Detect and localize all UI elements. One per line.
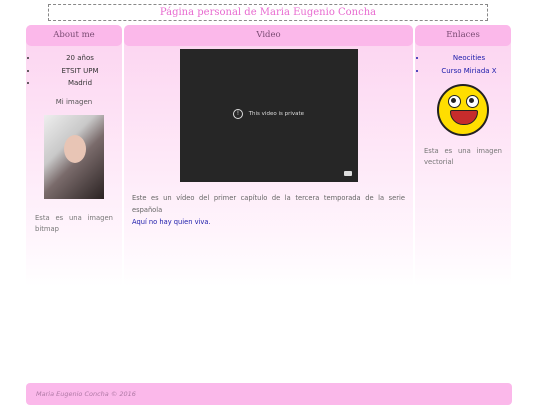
smiley-face-icon: [437, 84, 489, 136]
video-description: Este es un vídeo del primer capítulo de …: [132, 194, 405, 214]
about-me-panel: About me 20 años ETSIT UPM Madrid Mi ima…: [26, 25, 122, 287]
image-caption: Mi imagen: [55, 97, 93, 106]
video-message: This video is private: [248, 111, 305, 117]
youtube-icon[interactable]: [343, 171, 352, 176]
right-eye: [466, 95, 479, 108]
facts-list: 20 años ETSIT UPM Madrid: [26, 52, 122, 90]
links-panel: Enlaces Neocities Curso Miriada X Esta e…: [415, 25, 511, 287]
links-list: Neocities Curso Miriada X: [415, 52, 511, 77]
list-item: Madrid: [38, 77, 122, 90]
series-link[interactable]: Aquí no hay quien viva.: [132, 218, 211, 226]
video-heading: Video: [124, 25, 413, 46]
video-player[interactable]: ! This video is private: [179, 49, 358, 182]
footer: Maria Eugenio Concha © 2016: [26, 383, 512, 405]
profile-photo: [44, 114, 104, 199]
link-neocities[interactable]: Neocities: [427, 52, 511, 65]
page-title: Página personal de Maria Eugenio Concha: [48, 4, 488, 21]
video-panel: Video ! This video is private Este es un…: [124, 25, 413, 287]
vector-caption: Esta es una imagen vectorial: [424, 147, 502, 166]
links-heading: Enlaces: [415, 25, 511, 46]
mouth: [450, 110, 478, 125]
link-curso-miriada[interactable]: Curso Miriada X: [427, 65, 511, 78]
left-eye: [448, 95, 461, 108]
bitmap-caption: Esta es una imagen bitmap: [35, 213, 113, 233]
info-icon: !: [232, 109, 243, 119]
list-item: 20 años: [38, 52, 122, 65]
about-me-heading: About me: [26, 25, 122, 46]
list-item: ETSIT UPM: [38, 65, 122, 78]
